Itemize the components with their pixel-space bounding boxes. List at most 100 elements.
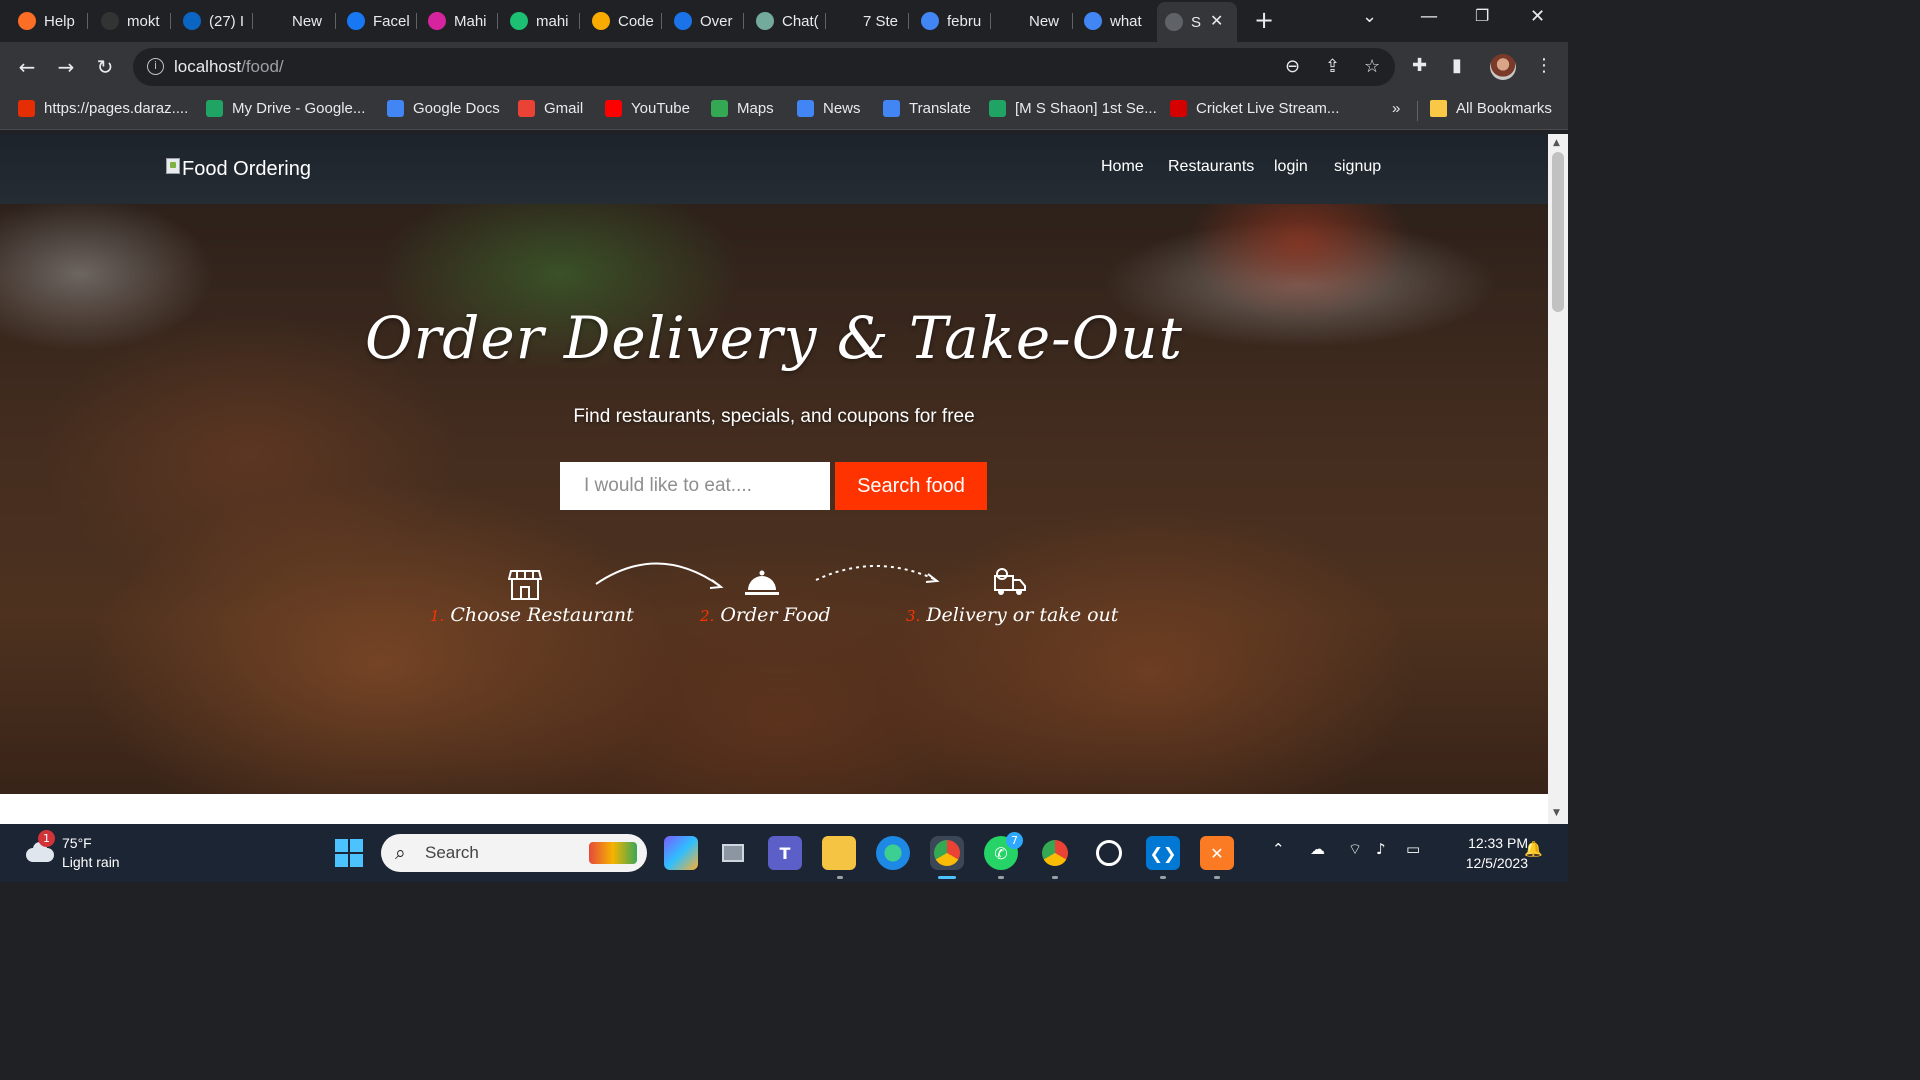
forward-button[interactable]: → (53, 54, 79, 80)
whatsapp-badge: 7 (1006, 832, 1023, 849)
system-clock[interactable]: 12:33 PM 12/5/2023 (1440, 833, 1528, 873)
all-bookmarks-button[interactable]: All Bookmarks (1430, 100, 1552, 117)
chevron-up-icon[interactable]: ⌃ (1272, 840, 1285, 858)
window-close-button[interactable]: ✕ (1530, 6, 1545, 27)
divider (1417, 101, 1418, 121)
bookmark-item[interactable]: Cricket Live Stream... (1170, 100, 1339, 117)
tab-4[interactable]: New (258, 5, 336, 37)
menu-kebab-icon[interactable]: ⋮ (1535, 55, 1553, 76)
tab-14[interactable]: what (1076, 5, 1154, 37)
google-icon (1084, 12, 1102, 30)
tab-13[interactable]: New (995, 5, 1073, 37)
taskbar-search[interactable]: ⌕ Search (381, 834, 647, 872)
tab-1[interactable]: Help (10, 5, 88, 37)
speedometer-icon[interactable] (1092, 836, 1126, 870)
page-scrollbar[interactable]: ▲ ▼ (1548, 134, 1568, 824)
tab-6[interactable]: Mahi (420, 5, 498, 37)
nav-restaurants[interactable]: Restaurants (1168, 158, 1254, 176)
close-tab-icon[interactable]: ✕ (1210, 11, 1223, 30)
extensions-icon[interactable]: ✚ (1412, 55, 1427, 76)
tab-2[interactable]: mokt (93, 5, 171, 37)
onedrive-icon[interactable]: ☁ (1310, 840, 1325, 858)
bookmark-label: My Drive - Google... (232, 100, 366, 117)
step-arrow-1 (595, 562, 724, 589)
step-number: 3. (906, 607, 921, 625)
tab-separator (252, 13, 253, 29)
new-tab-button[interactable]: + (1254, 6, 1274, 34)
tab-10[interactable]: Chat( (748, 5, 826, 37)
bookmark-label: Maps (737, 100, 774, 117)
tab-8[interactable]: Code (584, 5, 662, 37)
bookmark-item[interactable]: YouTube (605, 100, 690, 117)
bookmark-item[interactable]: [M S Shaon] 1st Se... (989, 100, 1157, 117)
restore-button[interactable]: ❐ (1475, 6, 1489, 25)
back-button[interactable]: ← (14, 54, 40, 80)
tab-label: Code (618, 12, 654, 30)
github-icon (101, 12, 119, 30)
reload-button[interactable]: ↻ (92, 54, 118, 80)
tab-5[interactable]: Facel (339, 5, 417, 37)
chrome-icon[interactable] (930, 836, 964, 870)
search-food-button[interactable]: Search food (835, 462, 987, 510)
address-bar[interactable]: i localhost/food/ ⊖ ⇪ ☆ (133, 48, 1395, 86)
side-panel-icon[interactable]: ▮ (1452, 55, 1462, 76)
edge-icon[interactable] (876, 836, 910, 870)
site-navbar: Food Ordering Home Restaurants login sig… (0, 134, 1548, 204)
scroll-up-icon[interactable]: ▲ (1553, 138, 1560, 148)
url-text[interactable]: localhost/food/ (174, 57, 284, 77)
start-button[interactable] (332, 836, 366, 870)
wifi-icon[interactable]: ⌔ (1348, 840, 1362, 859)
xampp-icon[interactable]: ✕ (1200, 836, 1234, 870)
bookmark-item[interactable]: Maps (711, 100, 774, 117)
news-icon (797, 100, 814, 117)
zoom-icon[interactable]: ⊖ (1285, 56, 1300, 77)
nav-home[interactable]: Home (1101, 158, 1144, 176)
file-explorer-icon[interactable] (822, 836, 856, 870)
bookmark-item[interactable]: Gmail (518, 100, 583, 117)
tab-11[interactable]: 7 Ste (829, 5, 909, 37)
tab-label: 7 Ste (863, 12, 899, 30)
tab-7[interactable]: mahi (502, 5, 580, 37)
minimize-button[interactable]: — (1420, 6, 1438, 27)
store-icon (508, 570, 542, 600)
notification-bell-icon[interactable]: 🔔 (1524, 840, 1543, 858)
site-brand[interactable]: Food Ordering (166, 158, 311, 181)
scroll-down-icon[interactable]: ▼ (1553, 808, 1560, 818)
tab-search-icon[interactable]: ⌄ (1362, 6, 1377, 27)
maps-icon (711, 100, 728, 117)
bookmark-star-icon[interactable]: ☆ (1364, 56, 1380, 77)
bookmark-item[interactable]: Translate (883, 100, 971, 117)
bookmark-label: News (823, 100, 861, 117)
scrollbar-thumb[interactable] (1552, 152, 1564, 312)
tab-separator (497, 13, 498, 29)
tab-9[interactable]: Over (666, 5, 744, 37)
teams-icon[interactable]: T (768, 836, 802, 870)
tab-3[interactable]: (27) I (175, 5, 253, 37)
battery-icon[interactable]: ▭ (1406, 840, 1420, 858)
chrome-profile-icon[interactable] (1038, 836, 1072, 870)
hero-banner: Order Delivery & Take-Out Find restauran… (0, 204, 1548, 794)
tab-15[interactable]: S (1157, 2, 1237, 42)
vscode-icon[interactable]: ❮❯ (1146, 836, 1180, 870)
linkedin-icon (183, 12, 201, 30)
site-info-icon[interactable]: i (147, 58, 164, 75)
bookmarks-overflow-button[interactable]: » (1392, 100, 1400, 117)
weather-widget[interactable]: 1 75°F Light rain (24, 830, 120, 872)
tab-12[interactable]: febru (913, 5, 991, 37)
tab-separator (661, 13, 662, 29)
bookmark-item[interactable]: News (797, 100, 861, 117)
bookmark-label: Gmail (544, 100, 584, 117)
tab-separator (1072, 13, 1073, 29)
nav-signup[interactable]: signup (1334, 158, 1381, 176)
bookmark-item[interactable]: https://pages.daraz.... (18, 100, 188, 117)
copilot-icon[interactable] (664, 836, 698, 870)
profile-avatar[interactable] (1490, 54, 1516, 80)
food-search-input[interactable] (560, 462, 830, 510)
task-view-icon[interactable] (716, 836, 750, 870)
active-indicator (938, 876, 956, 879)
volume-icon[interactable]: ♪ (1376, 840, 1386, 858)
nav-login[interactable]: login (1274, 158, 1308, 176)
bookmark-item[interactable]: Google Docs (387, 100, 500, 117)
share-icon[interactable]: ⇪ (1325, 56, 1340, 77)
bookmark-item[interactable]: My Drive - Google... (206, 100, 365, 117)
